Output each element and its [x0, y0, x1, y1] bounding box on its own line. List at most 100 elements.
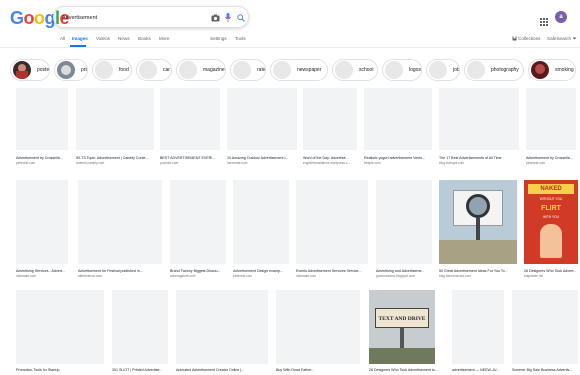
image-result-billboard-magnifier[interactable]: [439, 180, 517, 264]
image-result[interactable]: [364, 88, 432, 150]
tab-all[interactable]: All: [60, 36, 65, 42]
image-result[interactable]: [78, 180, 162, 264]
chip-car[interactable]: car: [136, 59, 172, 81]
image-result[interactable]: [376, 180, 432, 264]
result-title[interactable]: IELTS Topic: Advertisement | Cambly Cont…: [76, 156, 154, 160]
chip-rate[interactable]: rate: [230, 59, 266, 81]
active-tab-indicator: [70, 45, 86, 47]
chip-school[interactable]: school: [332, 59, 378, 81]
result-title[interactable]: Promotion Tools for Startup: [16, 368, 104, 372]
result-source: adveragalore.com: [170, 274, 196, 278]
result-title[interactable]: Summer Big Sale Business Advertis...: [512, 368, 578, 372]
image-result[interactable]: [296, 180, 368, 264]
result-title[interactable]: Events Advertisement Services Service...: [296, 269, 370, 273]
result-title[interactable]: 10 Amazing Outdoor Advertisement I...: [227, 156, 297, 160]
chip-label: car: [163, 67, 170, 73]
chip-food[interactable]: food: [92, 59, 132, 81]
image-result[interactable]: [227, 88, 297, 150]
chip-job[interactable]: job: [426, 59, 460, 81]
result-title[interactable]: Word of the Day: Advertise...: [303, 156, 361, 160]
image-result[interactable]: [16, 180, 68, 264]
image-result[interactable]: [303, 88, 357, 150]
image-result[interactable]: [526, 88, 576, 150]
image-result[interactable]: [452, 290, 504, 364]
search-input[interactable]: [62, 11, 202, 24]
ground: [439, 240, 517, 264]
tab-books[interactable]: Books: [138, 36, 151, 42]
result-title[interactable]: Advertisement Design examp...: [233, 269, 291, 273]
chip-thumbnail: [531, 61, 549, 79]
image-result[interactable]: [233, 180, 289, 264]
result-title[interactable]: Advertisement for Festival published in.…: [78, 269, 162, 273]
image-result[interactable]: [16, 88, 68, 150]
image-result[interactable]: [112, 290, 168, 364]
image-result[interactable]: [76, 88, 154, 150]
chip-smoking[interactable]: smoking: [528, 59, 576, 81]
tab-settings[interactable]: Settings: [210, 36, 227, 42]
result-title[interactable]: 301 SLIOT | Printed Advertise...: [112, 368, 170, 372]
result-source: blog.hubspot.com: [439, 161, 465, 165]
chip-thumbnail: [57, 61, 75, 79]
tab-images[interactable]: Images: [72, 36, 88, 42]
collections-icon[interactable]: [512, 36, 517, 43]
logo-letter: o: [34, 8, 45, 28]
chip-label: print: [81, 67, 87, 73]
result-source: pinterest.com: [526, 161, 546, 165]
chip-label: poster: [37, 67, 50, 73]
safesearch-link[interactable]: SafeSearch: [547, 36, 571, 42]
chip-poster[interactable]: poster: [10, 59, 50, 81]
result-title[interactable]: Realistic yogurt advertisement Vecto...: [364, 156, 434, 160]
chip-magazine[interactable]: magazine: [176, 59, 226, 81]
result-title[interactable]: Advertisement by Crossella...: [16, 156, 72, 160]
chip-print[interactable]: print: [54, 59, 88, 81]
logo-letter: G: [10, 8, 24, 28]
result-title[interactable]: 26 Designers Who Took Advert...: [524, 269, 580, 273]
image-result[interactable]: [176, 290, 268, 364]
result-title[interactable]: The 17 Best Advertisements of All Time: [439, 156, 519, 160]
result-title[interactable]: Buy With Dead Father...: [276, 368, 360, 372]
result-title[interactable]: Advertising and Advertiseme...: [376, 269, 434, 273]
image-result-text-and-drive[interactable]: TEXT AND DRIVE: [369, 290, 435, 364]
microphone-icon[interactable]: [222, 11, 234, 24]
apps-grid-icon[interactable]: [540, 13, 548, 26]
image-result[interactable]: [16, 290, 104, 364]
billboard-pole: [400, 328, 404, 348]
result-title[interactable]: advertisement — NEEW-JU...: [452, 368, 506, 372]
camera-icon[interactable]: [209, 11, 221, 24]
result-title[interactable]: Advertising Services - Advert...: [16, 269, 72, 273]
magnifier-glass: [466, 194, 490, 218]
image-result[interactable]: [170, 180, 226, 264]
avatar[interactable]: a: [555, 11, 567, 23]
tab-tools[interactable]: Tools: [235, 36, 246, 42]
chip-label: smoking: [555, 67, 574, 73]
header: Google All Images Videos News Books More…: [0, 0, 580, 48]
result-title[interactable]: BEST ADVERTISEMENT EVER!...: [160, 156, 222, 160]
tab-videos[interactable]: Videos: [96, 36, 110, 42]
billboard-text: TEXT AND DRIVE: [375, 308, 429, 328]
collections-link[interactable]: Collections: [518, 36, 540, 42]
result-title[interactable]: 26 Designers Who Took Advertisement to..…: [369, 368, 443, 372]
chevron-down-icon[interactable]: [572, 36, 577, 43]
result-source: truebell-cambly.com: [76, 161, 105, 165]
chip-label: newspaper: [297, 67, 322, 73]
result-title[interactable]: Animated Advertisement Creator Online |.…: [176, 368, 268, 372]
image-result-naked-ad[interactable]: NAKED WITHOUT YOU FLIRT WITH YOU: [524, 180, 578, 264]
chip-label: magazine: [203, 67, 225, 73]
result-title[interactable]: 50 Great Advertisement Ideas For You To.…: [439, 269, 519, 273]
result-source: indiamart.com: [296, 274, 317, 278]
image-result[interactable]: [439, 88, 519, 150]
image-result[interactable]: [160, 88, 220, 150]
chip-photography[interactable]: photography: [464, 59, 524, 81]
image-result[interactable]: [276, 290, 360, 364]
tab-more[interactable]: More: [159, 36, 169, 42]
chip-label: job: [453, 67, 460, 73]
tab-news[interactable]: News: [118, 36, 130, 42]
chip-newspaper[interactable]: newspaper: [270, 59, 328, 81]
search-icon[interactable]: [235, 11, 247, 24]
image-result[interactable]: [512, 290, 578, 364]
result-title[interactable]: Advertisement by Crossella...: [526, 156, 578, 160]
result-title[interactable]: Brand Factory Biggest Discou...: [170, 269, 228, 273]
chip-label: rate: [257, 67, 266, 73]
chip-logos[interactable]: logos: [382, 59, 422, 81]
chip-thumbnail: [467, 61, 485, 79]
